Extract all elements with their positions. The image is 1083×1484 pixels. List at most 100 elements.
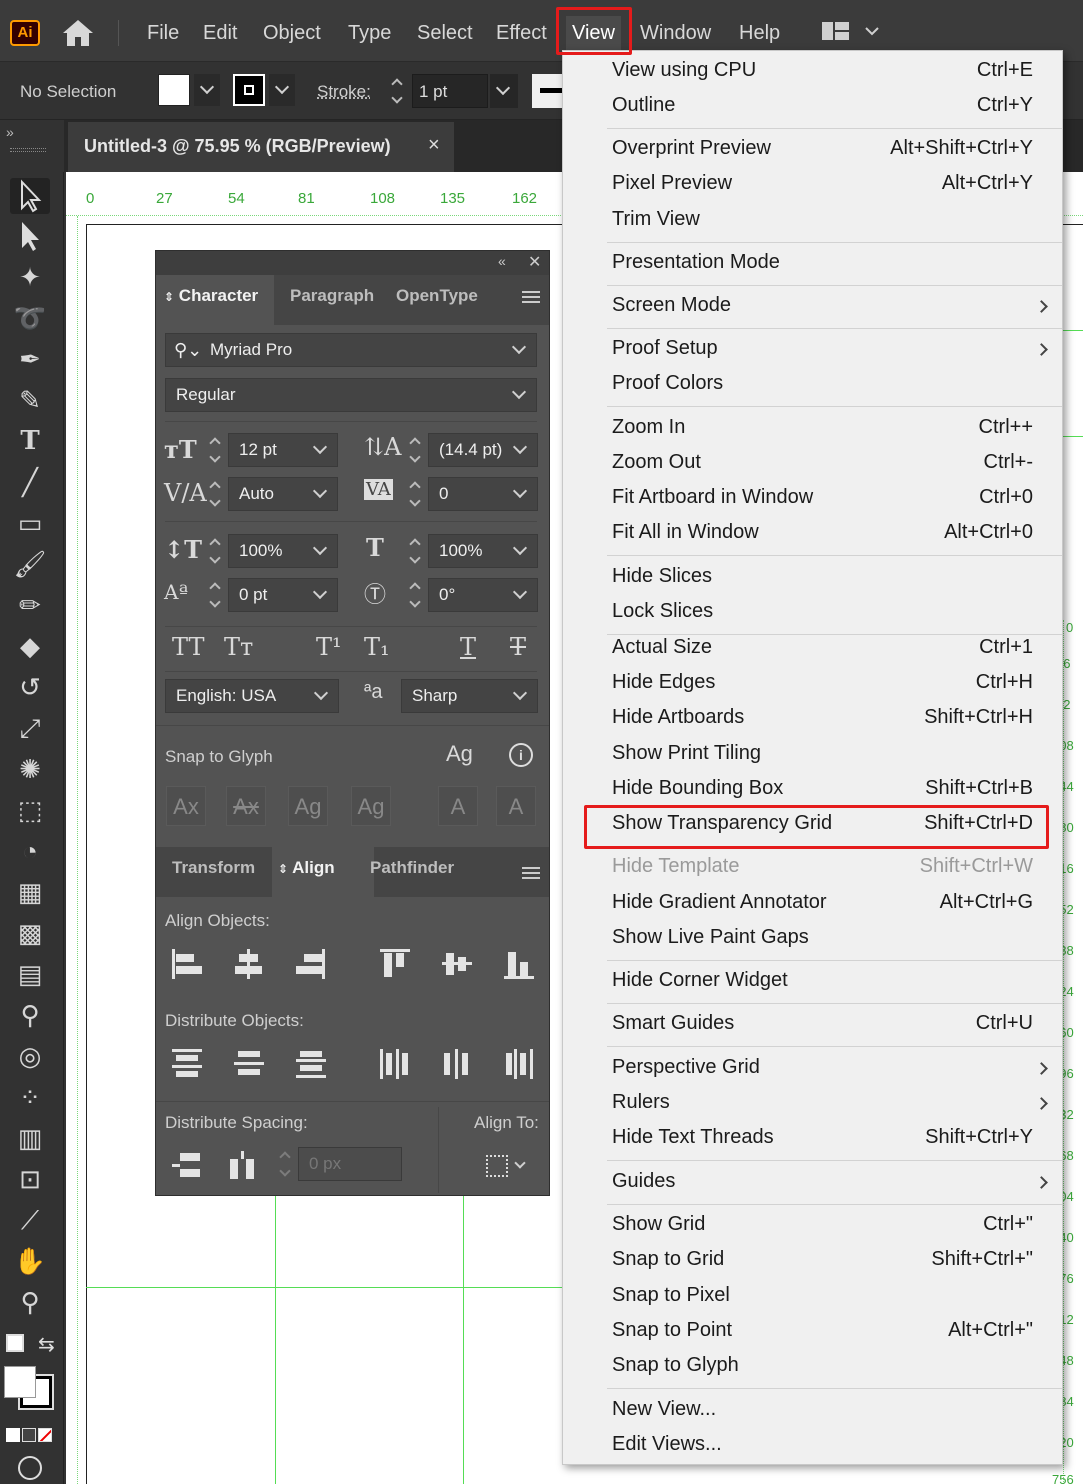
view-menu-item[interactable]: Show Print Tiling <box>563 738 1062 772</box>
toolbar-grip[interactable]: » <box>0 120 64 172</box>
stroke-weight-dropdown[interactable] <box>490 74 518 108</box>
curvature-tool[interactable]: ✎ <box>10 382 50 418</box>
distribute-top-button[interactable] <box>172 1049 202 1079</box>
guide-line[interactable] <box>275 1196 276 1484</box>
eraser-tool[interactable]: ◆ <box>10 628 50 664</box>
distribute-bottom-button[interactable] <box>296 1049 326 1079</box>
view-menu-item[interactable]: Snap to Grid Shift+Ctrl+" <box>563 1244 1062 1278</box>
view-menu-item[interactable]: Actual Size Ctrl+1 <box>563 632 1062 666</box>
font-size-stepper[interactable] <box>204 433 228 467</box>
kerning-input[interactable]: Auto <box>228 477 338 511</box>
vertical-ruler[interactable] <box>66 216 78 1484</box>
default-colors-icon[interactable] <box>6 1334 24 1352</box>
strikethrough-button[interactable]: T <box>510 633 526 661</box>
distribute-vertical-space-button[interactable] <box>172 1151 202 1181</box>
stroke-weight-input[interactable]: 1 pt <box>412 74 488 108</box>
view-menu-item[interactable]: Fit Artboard in Window Ctrl+0 <box>563 482 1062 516</box>
distribute-horizontal-space-button[interactable] <box>228 1151 258 1181</box>
antialias-select[interactable]: Sharp <box>401 679 538 713</box>
free-transform-tool[interactable]: ⬚ <box>10 792 50 828</box>
perspective-grid-tool[interactable]: ▦ <box>10 874 50 910</box>
scale-tool[interactable]: ⤢ <box>10 710 50 746</box>
font-size-input[interactable]: 12 pt <box>228 433 338 467</box>
close-panel-icon[interactable]: ✕ <box>528 252 541 272</box>
guide-line[interactable] <box>463 1196 464 1484</box>
panel-menu-icon[interactable] <box>522 867 540 881</box>
lasso-tool[interactable]: ➰ <box>10 300 50 336</box>
warp-tool[interactable]: ✺ <box>10 751 50 787</box>
view-menu-item[interactable]: Show Grid Ctrl+" <box>563 1209 1062 1243</box>
view-menu-item[interactable]: Smart Guides Ctrl+U <box>563 1008 1062 1042</box>
view-menu-item[interactable]: Edit Views... <box>563 1429 1062 1463</box>
view-menu-item[interactable]: Hide Template Shift+Ctrl+W <box>563 851 1062 885</box>
view-menu-item[interactable]: Rulers <box>563 1087 1062 1121</box>
guide-line[interactable] <box>1063 436 1083 437</box>
snap-baseline-button[interactable]: Ax <box>166 786 206 826</box>
view-menu-item[interactable]: Guides <box>563 1166 1062 1200</box>
menu-help[interactable]: Help <box>739 16 780 50</box>
tracking-input[interactable]: 0 <box>428 477 538 511</box>
view-menu-item[interactable]: Show Live Paint Gaps <box>563 922 1062 956</box>
menu-edit[interactable]: Edit <box>203 16 237 50</box>
view-menu-item[interactable]: Trim View <box>563 204 1062 238</box>
snap-glyph-bounds-button[interactable]: Ag <box>288 786 328 826</box>
align-right-button[interactable] <box>296 949 326 979</box>
fill-swatch[interactable] <box>158 74 190 106</box>
spacing-input[interactable]: 0 px <box>298 1147 402 1181</box>
baseline-shift-stepper[interactable] <box>204 578 228 612</box>
stroke-profile[interactable] <box>532 74 562 108</box>
align-left-button[interactable] <box>172 949 202 979</box>
align-top-button[interactable] <box>380 949 410 979</box>
view-menu-item[interactable]: Snap to Point Alt+Ctrl+" <box>563 1315 1062 1349</box>
tab-pathfinder[interactable]: Pathfinder <box>370 847 454 897</box>
menu-file[interactable]: File <box>147 16 179 50</box>
tracking-stepper[interactable] <box>404 477 428 511</box>
draw-mode-icon[interactable] <box>18 1456 42 1480</box>
zoom-tool[interactable]: ⚲ <box>10 1284 50 1320</box>
small-caps-button[interactable]: Tт <box>224 633 253 661</box>
menu-window[interactable]: Window <box>640 16 711 50</box>
view-menu-item[interactable]: Snap to Pixel <box>563 1280 1062 1314</box>
view-menu-item[interactable]: Lock Slices <box>563 596 1062 630</box>
view-menu-item[interactable]: Hide Corner Widget <box>563 965 1062 999</box>
menu-type[interactable]: Type <box>348 16 391 50</box>
font-style-field[interactable]: Regular <box>165 378 537 412</box>
vertical-scale-input[interactable]: 100% <box>228 534 338 568</box>
view-menu-item[interactable]: View using CPU Ctrl+E <box>563 55 1062 89</box>
rectangle-tool[interactable]: ▭ <box>10 505 50 541</box>
shape-builder-tool[interactable]: ◔ <box>10 833 50 869</box>
all-caps-button[interactable]: TT <box>172 633 204 661</box>
document-tab[interactable]: Untitled-3 @ 75.95 % (RGB/Preview) × <box>68 122 454 172</box>
type-tool[interactable]: T <box>10 423 50 459</box>
align-to-selection-button[interactable] <box>484 1151 530 1181</box>
rotate-tool[interactable]: ↺ <box>10 669 50 705</box>
align-bottom-button[interactable] <box>504 949 534 979</box>
view-menu-item[interactable]: Outline Ctrl+Y <box>563 90 1062 124</box>
view-menu-item[interactable]: Perspective Grid <box>563 1052 1062 1086</box>
selection-tool[interactable] <box>10 178 50 214</box>
view-menu-item[interactable]: Fit All in Window Alt+Ctrl+0 <box>563 517 1062 551</box>
view-menu-item[interactable]: Screen Mode <box>563 290 1062 324</box>
view-menu-item[interactable]: Hide Slices <box>563 561 1062 595</box>
align-h-center-button[interactable] <box>234 949 264 979</box>
view-menu-item[interactable]: Hide Edges Ctrl+H <box>563 667 1062 701</box>
view-menu-item[interactable]: Zoom Out Ctrl+- <box>563 447 1062 481</box>
superscript-button[interactable]: T¹ <box>316 633 342 661</box>
snap-anchor-button[interactable]: A <box>496 786 536 826</box>
distribute-right-button[interactable] <box>504 1049 534 1079</box>
info-icon[interactable]: i <box>509 743 533 767</box>
tab-character[interactable]: ⇕ Character <box>156 275 274 325</box>
horizontal-scale-stepper[interactable] <box>404 534 428 568</box>
tab-paragraph[interactable]: Paragraph <box>290 275 374 325</box>
close-tab-icon[interactable]: × <box>428 134 440 157</box>
view-menu-item[interactable]: New View... <box>563 1394 1062 1428</box>
collapse-icon[interactable]: » <box>6 124 14 140</box>
rotation-input[interactable]: 0° <box>428 578 538 612</box>
snap-proximity-button[interactable]: Ag <box>351 786 391 826</box>
distribute-v-center-button[interactable] <box>234 1049 264 1079</box>
swap-colors-icon[interactable]: ⇆ <box>38 1332 55 1357</box>
eyedropper-tool[interactable]: ⚲ <box>10 997 50 1033</box>
snap-angular-button[interactable]: A <box>438 786 478 826</box>
mesh-tool[interactable]: ▩ <box>10 915 50 951</box>
gradient-mode-icon[interactable] <box>22 1428 36 1442</box>
